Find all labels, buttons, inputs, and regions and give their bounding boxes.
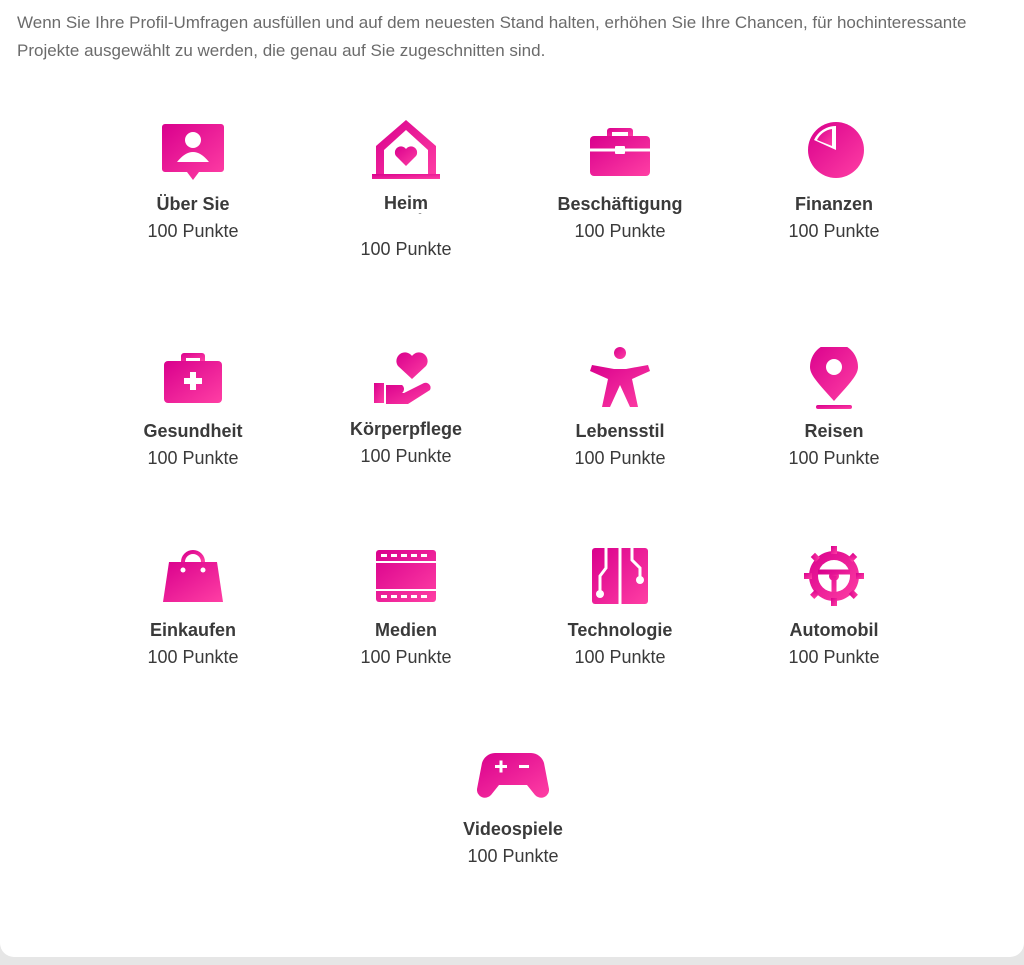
category-title: Medien bbox=[374, 620, 437, 640]
user-card-icon bbox=[157, 120, 229, 188]
category-title: Technologie bbox=[567, 620, 673, 640]
category-tile-lifestyle[interactable]: Lebensstil 100 Punkte bbox=[530, 347, 710, 469]
category-title: Finanzen bbox=[794, 194, 873, 214]
category-points: 100 Punkte bbox=[788, 647, 880, 667]
category-points: 100 Punkte bbox=[574, 221, 666, 241]
pie-chart-icon bbox=[798, 120, 870, 188]
profile-surveys-card: Wenn Sie Ihre Profil-Umfragen ausfüllen … bbox=[0, 0, 1024, 957]
category-points: 100 Punkte bbox=[574, 448, 666, 468]
category-points: 100 Punkte bbox=[360, 647, 452, 667]
category-tile-technology[interactable]: Technologie 100 Punkte bbox=[530, 546, 710, 668]
medical-kit-icon bbox=[157, 347, 229, 415]
category-title: Körperpflege bbox=[349, 419, 463, 439]
category-points: 100 Punkte bbox=[788, 448, 880, 468]
steering-wheel-icon bbox=[798, 546, 870, 614]
category-points: 100 Punkte bbox=[788, 221, 880, 241]
briefcase-icon bbox=[584, 120, 656, 188]
category-tile-finance[interactable]: Finanzen 100 Punkte bbox=[744, 120, 924, 242]
category-points: 100 Punkte bbox=[360, 239, 452, 259]
category-title: Heim und Familie bbox=[383, 194, 428, 214]
category-tile-video-games[interactable]: Videospiele 100 Punkte bbox=[423, 745, 603, 867]
category-points: 100 Punkte bbox=[147, 448, 239, 468]
category-title: Über Sie bbox=[156, 194, 230, 214]
circuit-board-icon bbox=[584, 546, 656, 614]
category-points: 100 Punkte bbox=[467, 846, 559, 866]
hand-heart-icon bbox=[370, 345, 442, 413]
category-points: 100 Punkte bbox=[147, 647, 239, 667]
film-strip-icon bbox=[370, 546, 442, 614]
category-title: Einkaufen bbox=[149, 620, 237, 640]
category-title: Reisen bbox=[804, 421, 864, 441]
gamepad-icon bbox=[477, 745, 549, 813]
shopping-bag-icon bbox=[157, 546, 229, 614]
category-points: 100 Punkte bbox=[360, 446, 452, 466]
person-icon bbox=[584, 347, 656, 415]
category-title: Automobil bbox=[789, 620, 879, 640]
category-tile-travel[interactable]: Reisen 100 Punkte bbox=[744, 347, 924, 469]
category-title: Beschäftigung bbox=[557, 194, 683, 214]
category-tile-media[interactable]: Medien 100 Punkte bbox=[316, 546, 496, 668]
category-tile-home-family[interactable]: Heim und Familie 100 Punkte bbox=[316, 120, 496, 260]
house-heart-icon bbox=[370, 120, 442, 188]
category-title: Gesundheit bbox=[143, 421, 243, 441]
category-tile-shopping[interactable]: Einkaufen 100 Punkte bbox=[103, 546, 283, 668]
category-tile-employment[interactable]: Beschäftigung 100 Punkte bbox=[530, 120, 710, 242]
category-title: Lebensstil bbox=[575, 421, 665, 441]
category-tile-about-you[interactable]: Über Sie 100 Punkte bbox=[103, 120, 283, 242]
intro-text: Wenn Sie Ihre Profil-Umfragen ausfüllen … bbox=[17, 13, 967, 60]
category-points: 100 Punkte bbox=[574, 647, 666, 667]
category-tile-automobile[interactable]: Automobil 100 Punkte bbox=[744, 546, 924, 668]
category-tile-health[interactable]: Gesundheit 100 Punkte bbox=[103, 347, 283, 469]
map-pin-icon bbox=[798, 347, 870, 415]
category-tile-personal-care[interactable]: Körperpflege 100 Punkte bbox=[316, 345, 496, 467]
category-points: 100 Punkte bbox=[147, 221, 239, 241]
category-title: Videospiele bbox=[463, 819, 563, 839]
